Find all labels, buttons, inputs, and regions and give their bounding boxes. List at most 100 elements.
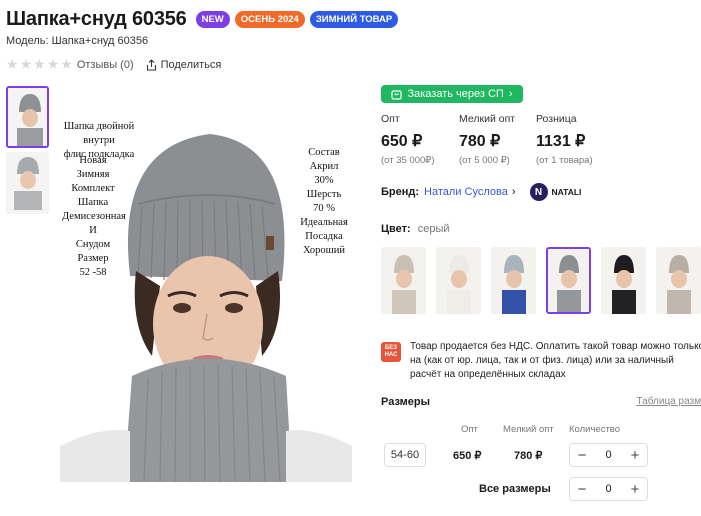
rating-row: ★ ★ ★ ★ ★ Отзывы (0) Поделиться [6, 56, 221, 73]
plus-button[interactable]: + [629, 447, 641, 464]
image-caption-line: Состав [308, 147, 340, 158]
image-caption-line: Шапка двойной внутри [63, 121, 135, 146]
price-small-opt: Мелкий опт 780 ₽ (от 5 000 ₽) [459, 113, 515, 166]
order-sp-label: Заказать через СП [407, 88, 504, 100]
brand-label: Бренд: [381, 186, 420, 198]
brand-logo[interactable]: N NATALI [529, 183, 582, 201]
image-caption-line: Демисезонная [62, 211, 126, 222]
color-swatch-2[interactable] [436, 247, 481, 314]
product-title: Шапка+снуд 60356 [6, 8, 187, 30]
share-button[interactable]: Поделиться [146, 58, 222, 71]
header-opt: Опт [461, 424, 478, 435]
image-caption-line: 30% [314, 175, 334, 186]
minus-button[interactable]: − [576, 481, 588, 498]
share-icon [146, 58, 156, 71]
price-value: 780 ₽ [459, 133, 501, 150]
size-table-link[interactable]: Таблица разм [637, 396, 701, 407]
thumbnail-image [8, 88, 47, 146]
thumbnail-2[interactable] [6, 152, 49, 214]
thumbnail-image [6, 152, 49, 214]
rating-stars: ★ ★ ★ ★ ★ [6, 56, 73, 73]
all-sizes-stepper: − 0 + [569, 477, 648, 501]
price-label: Мелкий опт [459, 113, 516, 125]
color-value: серый [417, 223, 450, 235]
share-label: Поделиться [160, 58, 222, 71]
swatch-image [656, 247, 701, 314]
vat-notice: Товар продается без НДС. Оплатить такой … [410, 341, 701, 380]
brand-logo-text: NATALI [551, 187, 582, 197]
size-price-opt: 650 ₽ [453, 450, 482, 462]
star-icon: ★ [6, 56, 19, 72]
image-caption-line: Снудом [75, 239, 111, 250]
price-opt: Опт 650 ₽ (от 35 000₽) [381, 113, 435, 166]
all-sizes-label: Все размеры [479, 483, 551, 495]
chevron-right-icon: › [508, 88, 513, 100]
image-caption-line: И [89, 225, 97, 236]
star-icon: ★ [19, 56, 33, 72]
badge-winter: ЗИМНИЙ ТОВАР [309, 11, 399, 28]
swatch-image [436, 247, 481, 314]
badge-new: NEW [195, 11, 230, 28]
image-caption-line: Комплект [71, 183, 115, 194]
sizes-title: Размеры [381, 396, 431, 408]
badge-season: ОСЕНЬ 2024 [234, 11, 305, 28]
no-vat-icon-line: БЕЗ [384, 345, 398, 351]
chevron-right-icon: › [511, 186, 516, 198]
no-vat-icon: БЕЗ НАС [381, 342, 401, 362]
product-main-image[interactable]: Шапка двойной внутри флис подкладка Нова… [60, 86, 352, 482]
size-price-small-opt: 780 ₽ [514, 450, 543, 462]
quantity-value[interactable]: 0 [605, 483, 611, 495]
image-caption-line: 52 -58 [79, 267, 107, 278]
star-icon: ★ [46, 56, 60, 72]
price-min: (от 5 000 ₽) [459, 155, 510, 166]
quantity-stepper: − 0 + [569, 443, 648, 467]
color-swatch-6[interactable] [656, 247, 701, 314]
reviews-link[interactable]: Отзывы (0) [77, 59, 134, 71]
color-row: Цвет: серый [381, 223, 450, 235]
brand-row: Бренд: Натали Суслова › N NATALI [381, 183, 581, 201]
header-qty: Количество [569, 424, 621, 435]
color-label: Цвет: [381, 223, 411, 235]
image-caption-left: Новая Зимняя Комплект Шапка Демисезонная… [62, 154, 126, 280]
order-sp-button[interactable]: Заказать через СП › [381, 85, 523, 103]
size-chip[interactable]: 54-60 [384, 443, 426, 467]
color-swatch-4[interactable] [546, 247, 591, 314]
quantity-value[interactable]: 0 [605, 449, 611, 461]
star-icon: ★ [33, 56, 46, 72]
thumbnail-1[interactable] [6, 86, 49, 148]
image-caption-line: Новая [79, 155, 107, 166]
image-caption-line: Зимняя [76, 169, 110, 180]
color-swatch-1[interactable] [381, 247, 426, 314]
cart-icon [391, 89, 403, 100]
price-retail: Розница 1131 ₽ (от 1 товара) [536, 113, 593, 166]
swatch-image [381, 247, 426, 314]
no-vat-icon-line: НАС [384, 352, 398, 358]
price-value: 650 ₽ [381, 133, 423, 150]
plus-button[interactable]: + [629, 481, 641, 498]
model-label: Модель: Шапка+снуд 60356 [6, 35, 149, 47]
price-min: (от 35 000₽) [381, 155, 435, 166]
color-swatch-5[interactable] [601, 247, 646, 314]
brand-logo-icon: N [529, 183, 548, 201]
swatch-image [601, 247, 646, 314]
image-caption-line: 70 % [313, 203, 335, 214]
price-label: Опт [381, 113, 400, 125]
image-caption-right: Состав Акрил 30% Шерсть 70 % Идеальная П… [296, 146, 352, 258]
swatch-image [548, 249, 589, 312]
image-caption-line: Размер [77, 253, 109, 264]
header-small-opt: Мелкий опт [503, 424, 554, 435]
image-caption-line: Посадка [305, 231, 343, 242]
price-min: (от 1 товара) [536, 155, 593, 166]
title-row: Шапка+снуд 60356 NEW ОСЕНЬ 2024 ЗИМНИЙ Т… [6, 8, 399, 31]
image-caption-line: Шапка [77, 197, 109, 208]
minus-button[interactable]: − [576, 447, 588, 464]
price-value: 1131 ₽ [536, 133, 586, 150]
color-swatch-3[interactable] [491, 247, 536, 314]
brand-link[interactable]: Натали Суслова [424, 186, 508, 198]
price-label: Розница [536, 113, 577, 125]
star-icon: ★ [60, 56, 73, 72]
image-caption-line: Акрил [309, 161, 339, 172]
image-caption-line: Идеальная [300, 217, 348, 228]
image-caption-line: Шерсть [306, 189, 342, 200]
image-caption-line: Хороший [303, 245, 345, 256]
